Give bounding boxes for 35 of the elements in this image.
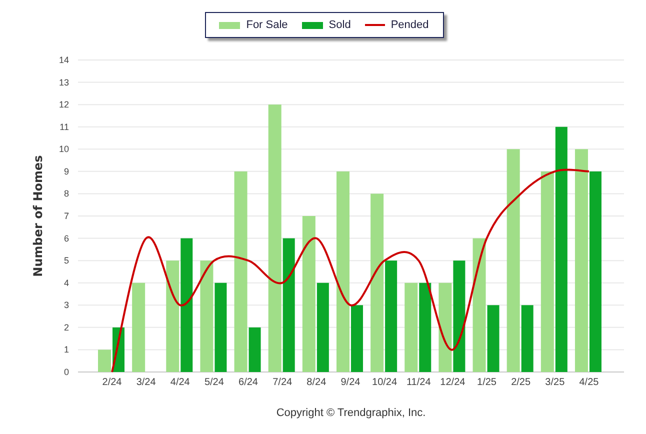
legend-label: For Sale [246, 19, 288, 31]
x-axis-label: 10/24 [372, 377, 398, 388]
copyright-text: Copyright © Trendgraphix, Inc. [276, 407, 426, 419]
legend-label: Sold [328, 19, 351, 31]
x-axis-label: 4/24 [170, 377, 190, 388]
y-axis-label: 4 [64, 278, 69, 288]
y-axis-label: 12 [58, 100, 69, 110]
y-axis-label: 11 [60, 122, 69, 132]
x-axis-label: 2/25 [511, 377, 531, 388]
x-axis-label: 12/24 [440, 377, 466, 388]
y-axis-label: 9 [64, 166, 69, 176]
x-axis-label: 5/24 [204, 377, 224, 388]
y-axis-label: 1 [64, 344, 69, 355]
y-axis-label: 7 [64, 211, 69, 221]
y-axis-label: 10 [58, 144, 69, 154]
y-axis-label: 13 [58, 77, 69, 88]
y-axis-label: 5 [64, 256, 69, 266]
y-axis-label: 0 [64, 367, 69, 377]
y-axis-label: 3 [64, 300, 69, 310]
y-axis-label: 14 [58, 55, 69, 65]
y-axis-label: 6 [64, 233, 69, 244]
x-axis-label: 2/24 [102, 377, 122, 388]
x-axis-label: 4/25 [579, 377, 599, 388]
x-axis-label: 8/24 [306, 377, 326, 388]
x-axis-label: 3/24 [136, 377, 156, 388]
y-axis-label: 2 [64, 322, 69, 332]
legend-label: Pended [390, 19, 429, 31]
y-axis-title: Number of Homes [31, 155, 45, 277]
x-axis-label: 9/24 [340, 377, 360, 388]
x-axis-label: 3/25 [545, 377, 565, 388]
x-axis-label: 6/24 [238, 377, 258, 388]
y-axis-label: 8 [64, 188, 69, 199]
x-axis-label: 11/24 [406, 377, 431, 388]
x-axis-label: 1/25 [477, 377, 496, 388]
x-axis-label: 7/24 [272, 377, 292, 388]
